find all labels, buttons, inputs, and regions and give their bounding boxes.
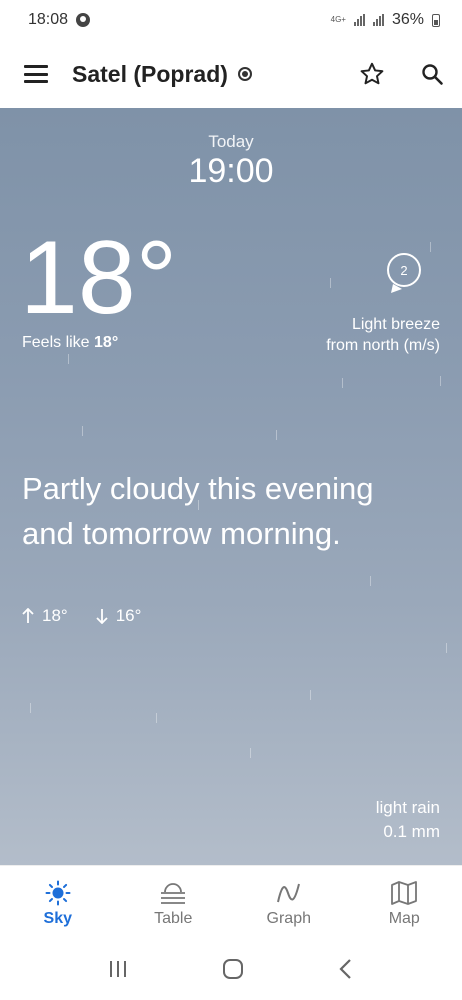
location-selector[interactable]: Satel (Poprad) [72, 61, 342, 88]
gps-location-icon [237, 67, 252, 81]
recents-button[interactable] [106, 959, 130, 984]
temp-low-value: 16° [115, 606, 142, 625]
feels-like-value: 18° [94, 334, 119, 351]
sun-icon [45, 880, 71, 906]
map-icon [391, 881, 418, 905]
status-right: 4G+ 36% [331, 11, 440, 29]
sky-panel[interactable]: Today 19:00 18° Feels like 18° 2 Light b… [0, 108, 462, 865]
home-icon [222, 958, 243, 979]
wind-description: Light breeze from north (m/s) [326, 314, 440, 356]
search-icon [422, 64, 443, 85]
forecast-time: 19:00 [188, 152, 274, 190]
wind-line-1: Light breeze [351, 316, 440, 333]
bottom-nav: Sky Table Graph Map [0, 865, 462, 942]
system-nav [0, 942, 462, 1000]
status-left: 18:08 [28, 11, 91, 29]
battery-icon [432, 13, 440, 27]
back-button[interactable] [336, 958, 356, 985]
precip-type: light rain [375, 798, 440, 817]
temperature: 18° [20, 220, 178, 336]
recents-icon [109, 960, 126, 977]
arrow-up-icon [22, 608, 34, 623]
menu-button[interactable] [0, 40, 72, 108]
nav-map[interactable]: Map [347, 866, 462, 942]
wind-line-2: from north (m/s) [326, 337, 440, 354]
nav-sky-label: Sky [43, 910, 72, 927]
search-button[interactable] [402, 40, 462, 108]
wind-speed: 2 [400, 263, 407, 278]
forecast-day: Today [208, 132, 254, 151]
precipitation: light rain 0.1 mm [376, 796, 440, 844]
temp-low: 16° [96, 606, 142, 626]
status-time: 18:08 [28, 11, 69, 28]
location-name: Satel (Poprad) [72, 60, 228, 87]
temp-range: 18° 16° [22, 606, 141, 626]
nav-sky[interactable]: Sky [0, 866, 116, 942]
back-icon [339, 958, 352, 979]
star-icon [360, 62, 384, 85]
wind-direction-icon: 2 [387, 253, 421, 293]
app-bar: Satel (Poprad) [0, 40, 462, 108]
forecast-summary: Partly cloudy this evening and tomorrow … [22, 471, 374, 551]
cell-signal-icon [372, 14, 384, 26]
table-icon [161, 883, 186, 904]
network-badge: 4G+ [330, 15, 346, 24]
nav-table-label: Table [154, 910, 193, 927]
nav-graph-label: Graph [266, 910, 311, 927]
feels-like: Feels like 18° [22, 334, 118, 352]
battery-percent: 36% [391, 11, 424, 28]
nav-map-label: Map [388, 910, 420, 927]
feels-like-label: Feels like [22, 334, 90, 351]
notification-icon [76, 13, 91, 27]
wifi-signal-icon [353, 14, 365, 26]
status-bar: 18:08 4G+ 36% [0, 0, 462, 40]
temp-high: 18° [22, 606, 68, 626]
precip-amount: 0.1 mm [383, 822, 440, 841]
hamburger-icon [24, 65, 48, 83]
nav-graph[interactable]: Graph [231, 866, 347, 942]
nav-table[interactable]: Table [116, 866, 232, 942]
graph-icon [276, 883, 300, 903]
temp-high-value: 18° [42, 606, 68, 625]
favorite-button[interactable] [342, 40, 402, 108]
home-button[interactable] [221, 958, 245, 985]
arrow-down-icon [96, 609, 108, 624]
